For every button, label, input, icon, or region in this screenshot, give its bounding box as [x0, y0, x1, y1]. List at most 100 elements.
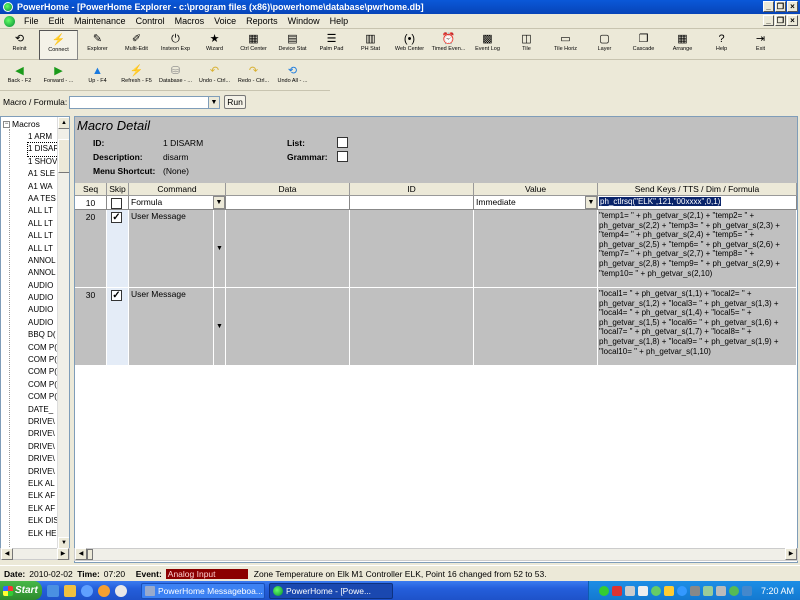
header-value[interactable]: Value [474, 183, 598, 196]
tree-item[interactable]: 1 SHOV [28, 156, 58, 168]
id-value[interactable]: 1 DISARM [163, 138, 203, 148]
formula-dropdown-button[interactable]: ▼ [209, 95, 220, 109]
powerhome-app-icon[interactable] [3, 2, 13, 12]
grid-cell-id[interactable] [350, 288, 474, 366]
toolbar-event-log-button[interactable]: ▩ Event Log [468, 30, 507, 60]
tree-item[interactable]: DRIVE\ [28, 466, 58, 478]
grid-cell-sendkeys[interactable]: "temp1= " + ph_getvar_s(2,1) + "temp2= "… [598, 210, 797, 288]
mdi-minimize-button[interactable]: _ [763, 15, 774, 26]
mdi-restore-button[interactable]: ❐ [775, 15, 786, 26]
menu-macros[interactable]: Macros [170, 16, 210, 26]
tray-bluetooth-icon[interactable] [676, 585, 687, 596]
tree-item[interactable]: COM P( [28, 379, 58, 391]
menu-help[interactable]: Help [325, 16, 354, 26]
header-data[interactable]: Data [226, 183, 350, 196]
grid-cell-value[interactable]: Immediate ▼ [474, 196, 598, 210]
toolbar-tile-button[interactable]: ◫ Tile [507, 30, 546, 60]
tree-item[interactable]: A1 WA [28, 181, 58, 193]
toolbar-cascade-button[interactable]: ❐ Cascade [624, 30, 663, 60]
collapse-icon[interactable]: − [3, 120, 10, 128]
task-powerhome-explorer[interactable]: PowerHome - [Powe... [269, 582, 393, 599]
command-dropdown-icon[interactable]: ▼ [213, 210, 225, 287]
skip-checkbox[interactable]: ✓ [111, 290, 122, 301]
tree-root-macros[interactable]: − Macros [3, 119, 40, 129]
grid-cell-skip[interactable]: ✓ [107, 210, 129, 288]
grid-cell-value[interactable] [474, 288, 598, 366]
tray-powerhome-icon[interactable] [598, 585, 609, 596]
start-button[interactable]: Start [0, 581, 42, 600]
tree-item[interactable]: COM P( [28, 391, 58, 403]
grid-cell-skip[interactable] [107, 196, 129, 210]
menu-maintenance[interactable]: Maintenance [69, 16, 131, 26]
toolbar-palm-pad-button[interactable]: ☰ Palm Pad [312, 30, 351, 60]
app-quicklaunch-icon[interactable] [115, 584, 127, 597]
header-seq[interactable]: Seq [75, 183, 107, 196]
tree-item[interactable]: BBQ D( [28, 329, 58, 341]
toolbar-reinit-button[interactable]: ⟲ Reinit [0, 30, 39, 60]
grid-cell-sendkeys[interactable]: "local1= " + ph_getvar_s(1,1) + "local2=… [598, 288, 797, 366]
tree-item[interactable]: ELK AF [28, 490, 58, 502]
grid-cell-seq[interactable]: 20 [75, 210, 107, 288]
toolbar-exit-button[interactable]: ⇥ Exit [741, 30, 780, 60]
tree-item[interactable]: AA TES [28, 193, 58, 205]
toolbar2-forward-button[interactable]: ▶ Forward - ... [39, 61, 78, 91]
command-dropdown-icon[interactable]: ▼ [213, 288, 225, 365]
grid-cell-seq[interactable]: 30 [75, 288, 107, 366]
toolbar-device-stat-button[interactable]: ▤ Device Stat [273, 30, 312, 60]
tree-item[interactable]: DATE_ [28, 404, 58, 416]
restore-button[interactable]: ❐ [775, 1, 786, 12]
task-powerhome-messageboard[interactable]: PowerHome Messageboa... [141, 582, 265, 599]
tree-scroll-thumb[interactable] [58, 139, 69, 173]
toolbar2-up-f4-button[interactable]: ▲ Up - F4 [78, 61, 117, 91]
tree-item[interactable]: A1 SLE [28, 168, 58, 180]
formula-input[interactable] [69, 95, 209, 109]
toolbar-connect-button[interactable]: ⚡ Connect [39, 30, 78, 60]
tree-item[interactable]: DRIVE\ [28, 416, 58, 428]
header-id[interactable]: ID [350, 183, 474, 196]
tree-item[interactable]: ELK AL [28, 478, 58, 490]
tray-update-icon[interactable] [650, 585, 661, 596]
grid-cell-id[interactable] [350, 210, 474, 288]
tree-horizontal-scrollbar[interactable]: ◀ ▶ [0, 548, 70, 560]
tray-sync-icon[interactable] [728, 585, 739, 596]
tree-item[interactable]: ELK DIS [28, 515, 58, 527]
grid-cell-seq[interactable]: 10 [75, 196, 107, 210]
toolbar-explorer-button[interactable]: ✎ Explorer [78, 30, 117, 60]
tray-printer-icon[interactable] [689, 585, 700, 596]
skip-checkbox[interactable] [111, 198, 122, 209]
tree-item[interactable]: ELK HE [28, 528, 58, 540]
toolbar2-redo-ctrl-button[interactable]: ↷ Redo - Ctrl... [234, 61, 273, 91]
tree-item[interactable]: AUDIO [28, 317, 58, 329]
header-skip[interactable]: Skip [107, 183, 129, 196]
grid-cell-command[interactable]: User Message ▼ [129, 288, 226, 366]
grammar-checkbox[interactable] [337, 151, 348, 162]
value-dropdown-icon[interactable]: ▼ [585, 196, 597, 209]
tree-item[interactable]: AUDIO [28, 280, 58, 292]
grid-cell-data[interactable] [226, 210, 350, 288]
mdi-close-button[interactable]: × [787, 15, 798, 26]
command-dropdown-icon[interactable]: ▼ [213, 196, 225, 209]
tray-device-icon[interactable] [715, 585, 726, 596]
description-value[interactable]: disarm [163, 152, 189, 162]
tree-item[interactable]: DRIVE\ [28, 453, 58, 465]
grid-cell-command[interactable]: User Message ▼ [129, 210, 226, 288]
list-checkbox[interactable] [337, 137, 348, 148]
toolbar2-database-button[interactable]: ⛁ Database - ... [156, 61, 195, 91]
toolbar-ctrl-center-button[interactable]: ▦ Ctrl Center [234, 30, 273, 60]
tree-item[interactable]: ELK AF [28, 503, 58, 515]
menu-reports[interactable]: Reports [241, 16, 283, 26]
tree-item[interactable]: DRIVE\ [28, 428, 58, 440]
tray-clock[interactable]: 7:20 AM [761, 586, 794, 596]
toolbar2-refresh-f5-button[interactable]: ⚡ Refresh - F5 [117, 61, 156, 91]
tray-volume-icon[interactable] [637, 585, 648, 596]
tray-security-icon[interactable] [702, 585, 713, 596]
toolbar-multi-edit-button[interactable]: ✐ Multi-Edit [117, 30, 156, 60]
toolbar2-undo-all-button[interactable]: ⟲ Undo All - ... [273, 61, 312, 91]
tree-item[interactable]: 1 ARM [28, 131, 58, 143]
tree-vertical-scrollbar[interactable]: ▲ ▼ [57, 117, 69, 549]
grid-cell-data[interactable] [226, 288, 350, 366]
skip-checkbox[interactable]: ✓ [111, 212, 122, 223]
menu-window[interactable]: Window [283, 16, 325, 26]
tree-item[interactable]: ALL LT [28, 243, 58, 255]
scroll-right-arrow-icon[interactable]: ▶ [57, 548, 69, 560]
